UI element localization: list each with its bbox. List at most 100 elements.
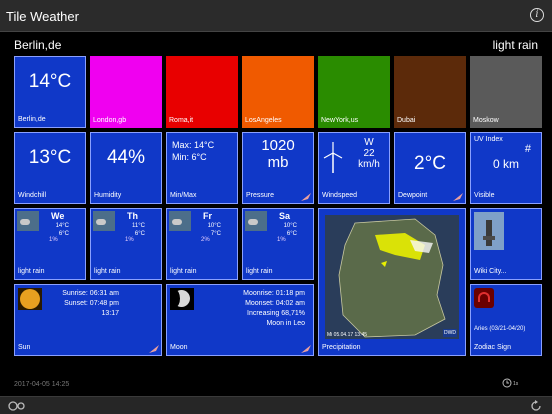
feather-icon [453, 193, 463, 201]
humidity-value: 44% [106, 147, 146, 168]
update-timestamp: 2017-04-05 14:25 [14, 381, 70, 388]
forecast-precip: 2% [201, 237, 210, 243]
current-condition: light rain [492, 38, 538, 52]
tile-precipitation[interactable]: Mi 05.04.17 13:45 DWD Precipitation [318, 208, 466, 356]
berlin-temperature: 14°C [28, 71, 72, 92]
forecast-high: 10°C [283, 223, 297, 229]
tile-forecast-we[interactable]: We 14°C 6°C 1% light rain [14, 208, 86, 280]
settings-icon[interactable] [8, 400, 26, 412]
clock-label: 1s [513, 381, 519, 387]
tile-roma[interactable]: Roma,it [166, 56, 238, 128]
wind-unit: km/h [358, 159, 380, 170]
wind-turbine-icon [323, 142, 343, 173]
tile-minmax[interactable]: Max: 14°C Min: 6°C Min/Max [166, 132, 238, 204]
title-bar: Tile Weather i [0, 0, 552, 32]
tile-forecast-th[interactable]: Th 11°C 6°C 1% light rain [90, 208, 162, 280]
feather-icon [301, 193, 311, 201]
tile-newyork[interactable]: NewYork,us [318, 56, 390, 128]
moon-sign: Moon in Leo [266, 320, 305, 327]
forecast-day: We [51, 211, 65, 221]
forecast-day: Th [127, 211, 138, 221]
tile-label: Dubai [397, 117, 416, 124]
max-value: Max: 14°C [172, 140, 215, 150]
forecast-high: 10°C [207, 223, 221, 229]
pressure-value: 1020 [261, 137, 295, 154]
tile-label: Humidity [94, 192, 122, 199]
tile-forecast-sa[interactable]: Sa 10°C 6°C 1% light rain [242, 208, 314, 280]
cloud-rain-icon [93, 211, 115, 231]
tile-berlin[interactable]: 14°C Berlin,de [14, 56, 86, 128]
moonrise: Moonrise: 01:18 pm [243, 290, 305, 297]
wind-direction: W [364, 137, 374, 148]
day-length: 13:17 [101, 310, 119, 317]
tile-pressure[interactable]: 1020 mb Pressure [242, 132, 314, 204]
wind-speed: 22 [363, 148, 375, 159]
tile-label: London,gb [93, 117, 127, 124]
tile-label: Sun [18, 344, 31, 351]
tile-label: light rain [246, 268, 273, 275]
cloud-rain-icon [17, 211, 39, 231]
tile-label: LosAngeles [245, 117, 282, 124]
tile-label: Visible [474, 192, 495, 199]
tile-label: Wiki City... [474, 268, 507, 275]
tile-humidity[interactable]: 44% Humidity [90, 132, 162, 204]
uv-value: # [524, 143, 531, 155]
dwd-logo: DWD [443, 329, 457, 337]
forecast-precip: 1% [125, 237, 134, 243]
tile-moon[interactable]: Moonrise: 01:18 pm Moonset: 04:02 am Inc… [166, 284, 314, 356]
clock-icon[interactable] [502, 378, 512, 388]
app-title: Tile Weather [6, 9, 79, 24]
tile-label: light rain [170, 268, 197, 275]
pressure-unit: mb [267, 154, 289, 171]
tile-wiki[interactable]: Wiki City... [470, 208, 542, 280]
windchill-value: 13°C [28, 147, 72, 168]
germany-map-icon [325, 215, 459, 339]
current-location: Berlin,de [14, 38, 62, 52]
tile-sun[interactable]: Sunrise: 06:31 am Sunset: 07:48 pm 13:17… [14, 284, 162, 356]
tile-label: Windchill [18, 192, 47, 199]
info-icon[interactable]: i [530, 8, 544, 22]
landmark-image [474, 212, 504, 250]
forecast-day: Sa [279, 211, 291, 221]
tile-label: Min/Max [170, 192, 197, 199]
tile-windspeed[interactable]: W 22 km/h Windspeed [318, 132, 390, 204]
cloud-rain-icon [169, 211, 191, 231]
tile-label: Windspeed [322, 192, 358, 199]
forecast-high: 14°C [55, 223, 69, 229]
tile-label: light rain [94, 268, 121, 275]
uv-label: UV Index [474, 136, 503, 143]
tile-label: Zodiac Sign [474, 344, 511, 351]
tile-visible[interactable]: UV Index # 0 km Visible [470, 132, 542, 204]
forecast-day: Fr [203, 211, 212, 221]
forecast-high: 11°C [132, 223, 145, 229]
zodiac-range: Aries (03/21-04/20) [474, 326, 526, 332]
tile-zodiac[interactable]: Aries (03/21-04/20) Zodiac Sign [470, 284, 542, 356]
tile-forecast-fr[interactable]: Fr 10°C 7°C 2% light rain [166, 208, 238, 280]
tile-label: Moon [170, 344, 188, 351]
tile-label: light rain [18, 268, 45, 275]
sunrise: Sunrise: 06:31 am [62, 290, 119, 297]
sunset: Sunset: 07:48 pm [64, 300, 119, 307]
tile-dewpoint[interactable]: 2°C Dewpoint [394, 132, 466, 204]
tile-losangeles[interactable]: LosAngeles [242, 56, 314, 128]
feather-icon [301, 345, 311, 353]
radar-timestamp: Mi 05.04.17 13:45 [327, 332, 368, 338]
tile-london[interactable]: London,gb [90, 56, 162, 128]
bottom-toolbar [0, 396, 552, 414]
tile-label: Dewpoint [398, 192, 428, 199]
tile-label: Pressure [246, 192, 275, 199]
refresh-icon[interactable] [530, 400, 542, 412]
tile-label: Berlin,de [18, 116, 46, 123]
aries-icon [474, 288, 494, 308]
sun-image [18, 288, 42, 310]
forecast-precip: 1% [49, 237, 58, 243]
tile-windchill[interactable]: 13°C Windchill [14, 132, 86, 204]
tile-label: Precipitation [322, 344, 361, 351]
moon-phase: Increasing 68,71% [247, 310, 305, 317]
moon-image [170, 288, 194, 310]
tile-moskow[interactable]: Moskow [470, 56, 542, 128]
tile-label: Roma,it [169, 117, 194, 124]
tile-label: NewYork,us [321, 117, 359, 124]
tile-dubai[interactable]: Dubai [394, 56, 466, 128]
dewpoint-value: 2°C [414, 153, 446, 174]
